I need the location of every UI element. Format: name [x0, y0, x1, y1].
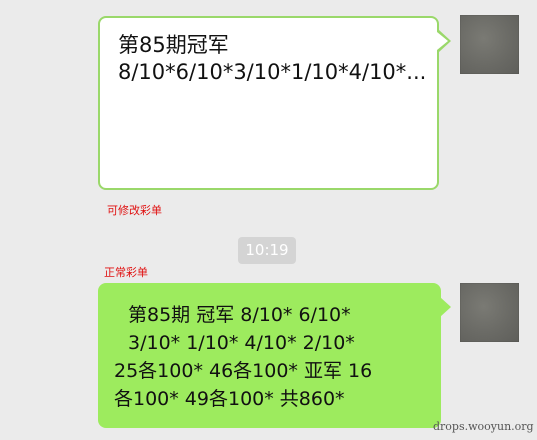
message-text-line: 3/10* 1/10* 4/10* 2/10*: [128, 332, 355, 354]
avatar[interactable]: [460, 15, 519, 74]
watermark-text: drops.wooyun.org: [433, 420, 534, 433]
message-text-line: 第85期 冠军 8/10* 6/10*: [128, 304, 351, 326]
timestamp-pill: 10:19: [238, 237, 296, 264]
message-text-line: 8/10*6/10*3/10*1/10*4/10*...: [118, 60, 427, 84]
message-text-line: 各100* 49各100* 共860*: [114, 388, 345, 410]
annotation-label: 可修改彩单: [107, 204, 162, 217]
annotation-label: 正常彩单: [104, 266, 148, 279]
message-text-line: 25各100* 46各100* 亚军 16: [114, 360, 373, 382]
message-text-line: 第85期冠军: [118, 33, 229, 57]
bubble-tail: [440, 297, 451, 317]
bubble-tail-fill: [437, 32, 448, 50]
avatar[interactable]: [460, 283, 519, 342]
